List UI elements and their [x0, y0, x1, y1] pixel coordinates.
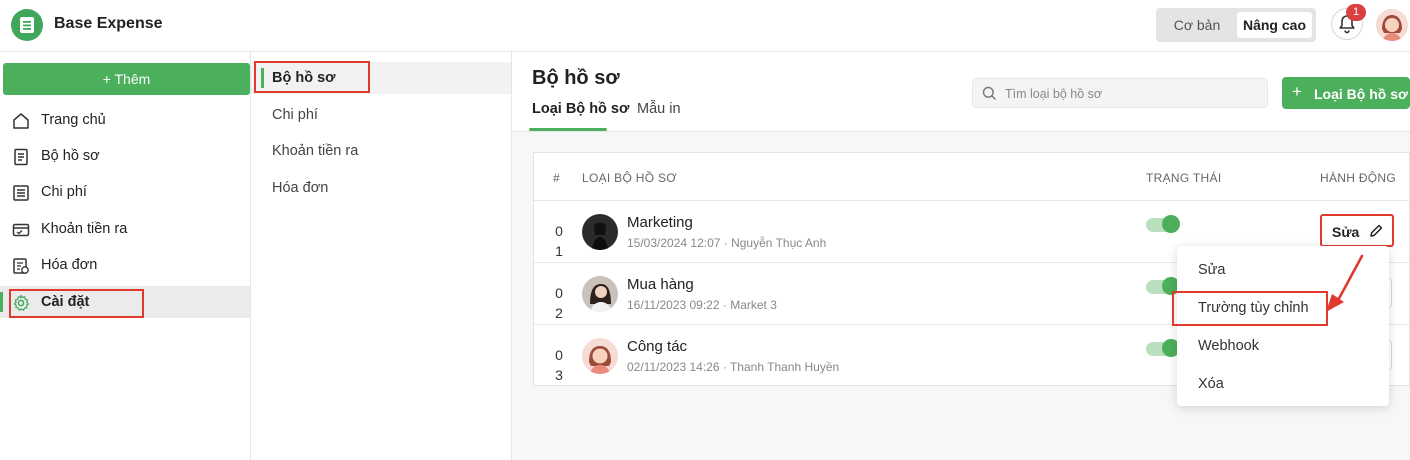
sidebar-item-label: Trang chủ [41, 112, 106, 128]
row-name[interactable]: Công tác [627, 338, 687, 355]
column-header-index: # [553, 171, 560, 185]
sidebar-item-label: Hóa đơn [41, 257, 98, 273]
sidebar-item-invoices[interactable]: Hóa đơn [0, 249, 250, 281]
sidebar-item-label: Bộ hồ sơ [41, 148, 100, 164]
row-avatar [582, 276, 618, 312]
sidebar-item-expenses[interactable]: Chi phí [0, 176, 250, 208]
settings-item-expenses[interactable]: Chi phí [251, 99, 511, 131]
sidebar-item-label: Khoản tiền ra [41, 221, 128, 237]
settings-item-label: Hóa đơn [272, 180, 329, 196]
settings-item-label: Chi phí [272, 107, 318, 123]
status-toggle[interactable] [1146, 215, 1180, 233]
edit-button-label: Sửa [1332, 224, 1360, 240]
settings-item-profiles[interactable]: Bộ hồ sơ [251, 62, 511, 94]
column-header-type: LOẠI BỘ HỒ SƠ [582, 171, 677, 185]
menu-item-custom-fields[interactable]: Trường tùy chỉnh [1198, 300, 1309, 316]
sidebar-item-payments[interactable]: Khoản tiền ra [0, 213, 250, 245]
sidebar-item-label: Chi phí [41, 184, 87, 200]
row-index: 02 [555, 285, 563, 321]
add-profile-type-button[interactable]: + Loại Bộ hồ sơ [1282, 77, 1410, 109]
row-avatar [582, 214, 618, 250]
main-header: Bộ hồ sơ Loại Bộ hồ sơ Mẫu in Tìm loại b… [512, 52, 1410, 132]
home-icon [13, 113, 29, 129]
search-icon [982, 86, 996, 100]
menu-item-webhook[interactable]: Webhook [1198, 338, 1259, 354]
row-avatar [582, 338, 618, 374]
expense-list-icon [13, 185, 29, 201]
invoice-icon [13, 258, 29, 274]
edit-button[interactable]: Sửa [1320, 214, 1394, 247]
search-input[interactable]: Tìm loại bộ hồ sơ [972, 78, 1268, 108]
mode-advanced-button[interactable]: Nâng cao [1237, 12, 1312, 38]
menu-item-edit[interactable]: Sửa [1198, 262, 1225, 278]
app-logo-icon[interactable] [11, 9, 43, 41]
notification-badge: 1 [1346, 4, 1366, 21]
settings-item-label: Bộ hồ sơ [272, 70, 336, 86]
row-meta: 16/11/2023 09:22 · Market 3 [627, 298, 777, 312]
menu-item-delete[interactable]: Xóa [1198, 376, 1224, 392]
column-header-actions: HÀNH ĐỘNG [1320, 171, 1397, 185]
row-meta: 02/11/2023 14:26 · Thanh Thanh Huyền [627, 360, 840, 374]
settings-item-invoices[interactable]: Hóa đơn [251, 172, 511, 204]
annotation-arrow-icon [1326, 254, 1364, 312]
row-index: 03 [555, 347, 563, 383]
document-icon [14, 148, 28, 166]
status-toggle[interactable] [1146, 339, 1180, 357]
settings-item-payments[interactable]: Khoản tiền ra [251, 135, 511, 167]
active-tab-indicator [529, 128, 607, 131]
user-avatar[interactable] [1376, 9, 1408, 41]
plus-icon: + [1292, 82, 1302, 101]
row-index: 01 [555, 223, 563, 259]
sidebar-item-profiles[interactable]: Bộ hồ sơ [0, 140, 250, 172]
column-header-status: TRẠNG THÁI [1146, 171, 1222, 185]
settings-item-label: Khoản tiền ra [272, 143, 359, 159]
app-title: Base Expense [54, 15, 163, 32]
pencil-icon [1370, 224, 1383, 237]
mode-toggle: Cơ bản Nâng cao [1156, 8, 1316, 42]
status-toggle[interactable] [1146, 277, 1180, 295]
payment-card-icon [12, 223, 30, 237]
top-bar: Base Expense Cơ bản Nâng cao 1 [0, 0, 1410, 52]
page-title: Bộ hồ sơ [532, 67, 620, 89]
sidebar-item-home[interactable]: Trang chủ [0, 104, 250, 136]
add-profile-type-label: Loại Bộ hồ sơ [1314, 86, 1408, 102]
gear-icon [13, 294, 30, 311]
row-name[interactable]: Marketing [627, 214, 693, 231]
tab-profile-types[interactable]: Loại Bộ hồ sơ [532, 101, 629, 117]
sidebar-item-settings[interactable]: Cài đặt [0, 286, 250, 318]
add-button[interactable]: + Thêm [3, 63, 250, 95]
mode-basic-button[interactable]: Cơ bản [1162, 12, 1232, 38]
row-name[interactable]: Mua hàng [627, 276, 694, 293]
sidebar: + Thêm Trang chủ Bộ hồ sơ Chi phí Khoản … [0, 52, 251, 460]
sidebar-item-label: Cài đặt [41, 294, 90, 310]
settings-submenu: Bộ hồ sơ Chi phí Khoản tiền ra Hóa đơn [251, 52, 512, 460]
row-meta: 15/03/2024 12:07 · Nguyễn Thục Anh [627, 236, 827, 250]
tab-print-templates[interactable]: Mẫu in [637, 101, 681, 117]
search-placeholder: Tìm loại bộ hồ sơ [1005, 87, 1103, 101]
